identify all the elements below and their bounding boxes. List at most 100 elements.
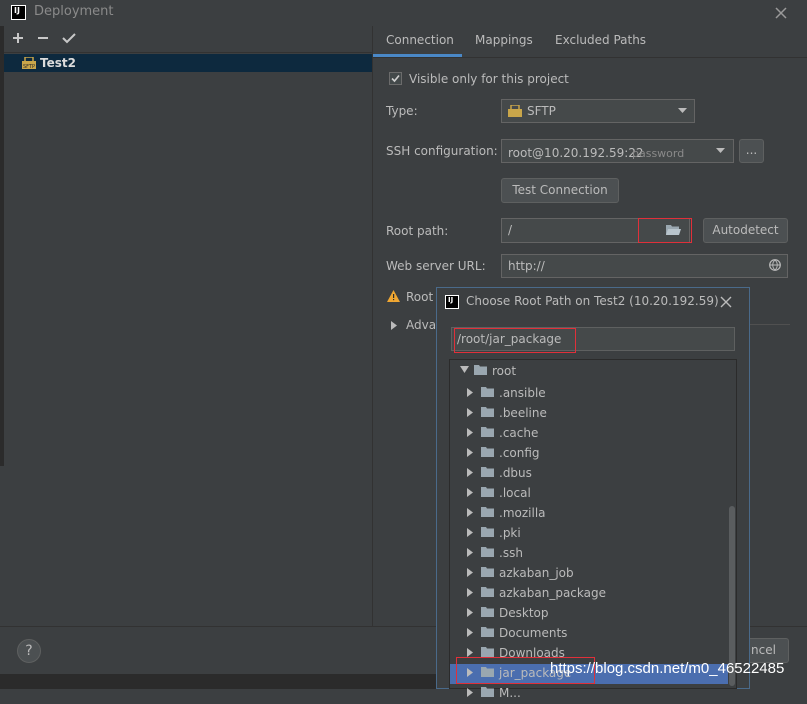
folder-icon (481, 467, 494, 477)
help-button[interactable]: ? (17, 639, 41, 663)
expand-icon[interactable] (467, 468, 473, 477)
folder-row[interactable]: .local (450, 484, 728, 504)
sftp-icon: SFTP (22, 57, 36, 69)
tree-root-label[interactable]: root (492, 364, 516, 378)
svg-text:SFTP: SFTP (23, 64, 35, 69)
root-path-label: Root path: (386, 224, 449, 238)
dialog-title: Choose Root Path on Test2 (10.20.192.59) (466, 294, 719, 308)
advanced-separator (750, 324, 790, 325)
close-icon[interactable] (773, 5, 789, 21)
folder-open-icon[interactable] (666, 224, 681, 236)
folder-label: .ansible (499, 386, 546, 400)
folder-icon (481, 427, 494, 437)
folder-row[interactable]: .config (450, 444, 728, 464)
close-icon[interactable] (719, 295, 733, 309)
folder-icon (481, 387, 494, 397)
folder-label: M... (499, 686, 521, 700)
web-server-url-input[interactable]: http:// (501, 254, 788, 278)
folder-row[interactable]: .dbus (450, 464, 728, 484)
bottom-strip (0, 674, 436, 689)
tab-connection[interactable]: Connection (386, 33, 454, 47)
folder-icon (481, 487, 494, 497)
folder-row[interactable]: .ansible (450, 384, 728, 404)
folder-row[interactable]: .ssh (450, 544, 728, 564)
expand-icon[interactable] (467, 548, 473, 557)
app-logo-icon: IJ (445, 295, 459, 309)
expand-icon[interactable] (467, 588, 473, 597)
expand-icon[interactable] (467, 608, 473, 617)
expand-icon[interactable] (467, 428, 473, 437)
folder-label: Documents (499, 626, 568, 640)
folder-label: .local (499, 486, 531, 500)
folder-label: .ssh (499, 546, 523, 560)
autodetect-button[interactable]: Autodetect (703, 218, 788, 243)
advanced-label[interactable]: Adva (406, 318, 436, 332)
folder-icon (481, 567, 494, 577)
folder-icon (481, 647, 494, 657)
type-label: Type: (386, 104, 418, 118)
ssh-config-more-button[interactable]: ... (739, 139, 764, 163)
folder-label: .pki (499, 526, 521, 540)
visible-only-label: Visible only for this project (409, 72, 569, 86)
remove-icon[interactable] (35, 30, 51, 46)
tree-scrollbar[interactable] (729, 506, 735, 686)
folder-label: .config (499, 446, 540, 460)
chevron-down-icon (678, 108, 687, 114)
folder-icon (481, 607, 494, 617)
add-icon[interactable] (10, 30, 26, 46)
expand-icon[interactable] (467, 628, 473, 637)
browse-highlight (638, 218, 692, 243)
expand-icon[interactable] (467, 488, 473, 497)
tab-separator (373, 57, 807, 58)
folder-row[interactable]: azkaban_job (450, 564, 728, 584)
folder-row[interactable]: Documents (450, 624, 728, 644)
sftp-icon (508, 105, 522, 117)
panel-divider (372, 26, 373, 626)
visible-only-checkbox[interactable] (389, 72, 402, 85)
folder-row[interactable]: Desktop (450, 604, 728, 624)
web-server-url-label: Web server URL: (386, 259, 486, 273)
folder-icon (481, 447, 494, 457)
cancel-label: ncel (751, 643, 776, 657)
folder-icon (481, 627, 494, 637)
folder-label: azkaban_job (499, 566, 574, 580)
folder-row[interactable]: .cache (450, 424, 728, 444)
expand-icon[interactable] (467, 688, 473, 697)
test-connection-button[interactable]: Test Connection (501, 178, 619, 203)
folder-label: .beeline (499, 406, 547, 420)
folder-row[interactable]: .pki (450, 524, 728, 544)
ssh-auth-type: password (632, 147, 685, 160)
folder-row[interactable]: .mozilla (450, 504, 728, 524)
tab-excluded-paths[interactable]: Excluded Paths (555, 33, 646, 47)
watermark-text: https://blog.csdn.net/m0_46522485 (550, 660, 785, 677)
expand-icon[interactable] (467, 528, 473, 537)
folder-icon (481, 587, 494, 597)
collapse-icon[interactable] (460, 366, 469, 373)
title-bar (0, 0, 807, 26)
folder-icon (481, 547, 494, 557)
folder-label: .dbus (499, 466, 532, 480)
folder-row[interactable]: .beeline (450, 404, 728, 424)
expand-icon[interactable] (467, 648, 473, 657)
path-highlight (454, 328, 576, 353)
folder-icon (481, 507, 494, 517)
folder-label: .cache (499, 426, 539, 440)
globe-icon[interactable] (769, 259, 781, 271)
folder-row[interactable]: M... (450, 684, 728, 704)
ssh-config-value: root@10.20.192.59:22 (508, 146, 644, 160)
tab-mappings[interactable]: Mappings (475, 33, 533, 47)
expand-icon[interactable] (467, 408, 473, 417)
expand-icon[interactable] (467, 448, 473, 457)
folder-label: .mozilla (499, 506, 546, 520)
check-icon[interactable] (61, 30, 77, 46)
folder-label: azkaban_package (499, 586, 606, 600)
folder-label: Desktop (499, 606, 549, 620)
folder-row[interactable]: azkaban_package (450, 584, 728, 604)
folder-icon (481, 407, 494, 417)
expand-icon[interactable] (467, 388, 473, 397)
server-tree (4, 52, 372, 627)
expand-icon[interactable] (391, 321, 397, 330)
expand-icon[interactable] (467, 568, 473, 577)
expand-icon[interactable] (467, 508, 473, 517)
folder-icon (474, 365, 487, 375)
